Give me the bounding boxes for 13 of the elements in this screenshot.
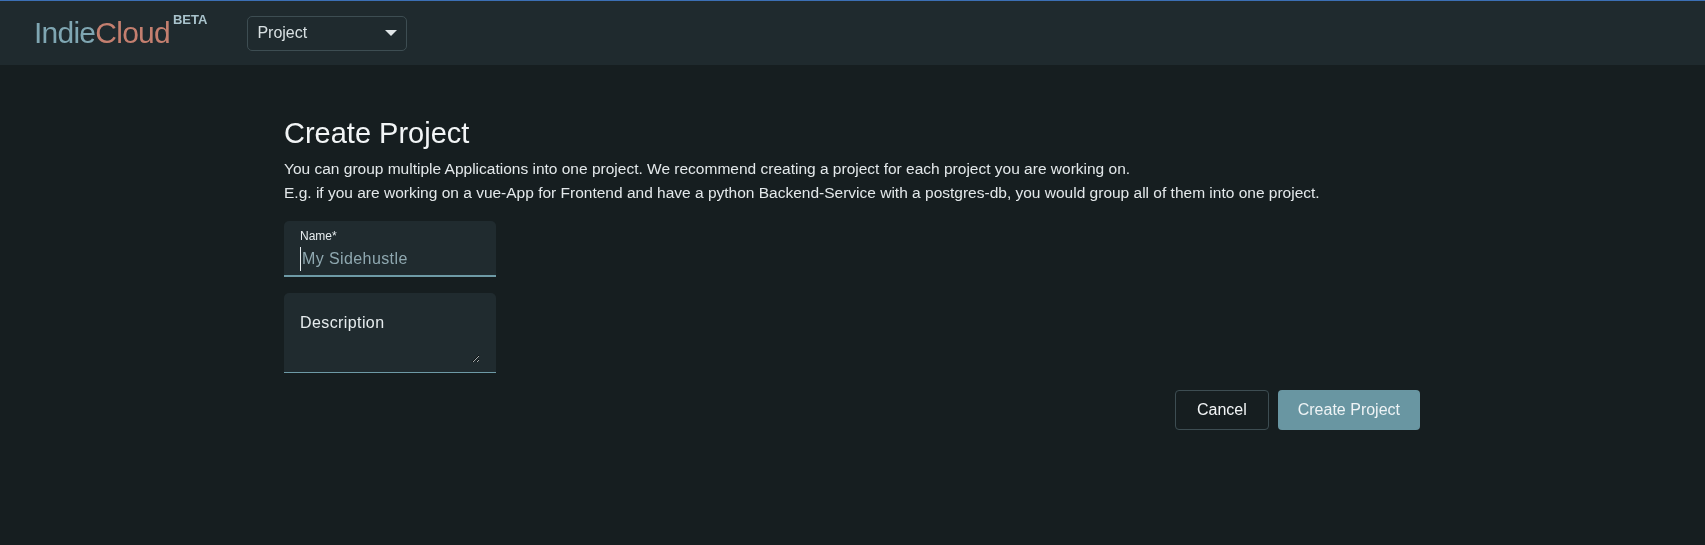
- cancel-button[interactable]: Cancel: [1174, 390, 1269, 430]
- field-background[interactable]: Name* My Sidehustle: [284, 221, 496, 277]
- field-label: Name*: [300, 229, 338, 243]
- description-input[interactable]: Description: [300, 311, 480, 363]
- description-text: You can group multiple Applications into one project. We recommend creating a project for each project you are working on.: [284, 159, 1132, 179]
- caret-icon: [385, 30, 398, 36]
- logo-text: IndieCloud: [34, 18, 170, 48]
- page-title: Create Project: [284, 116, 471, 151]
- field-background[interactable]: Description: [284, 293, 496, 373]
- beta-label: BETA: [172, 11, 208, 29]
- description-text: E.g. if you are working on a vue-App for Frontend and have a python Backend-Service with a postgres-db, you would group all of them into one project.: [284, 183, 1321, 203]
- project-select[interactable]: Project: [247, 15, 408, 51]
- name-input[interactable]: My Sidehustle: [300, 247, 480, 271]
